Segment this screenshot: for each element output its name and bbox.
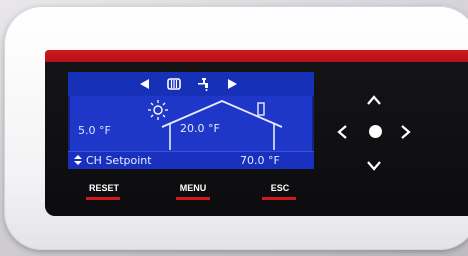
ok-dot-icon[interactable]	[369, 125, 382, 138]
up-down-arrows-icon	[74, 155, 82, 165]
house-icon	[161, 100, 283, 150]
esc-underline	[262, 197, 296, 200]
lcd-screen: 5.0 °F 20.0 °F CH Setpoint 70.0 °F	[68, 72, 314, 169]
inside-temperature: 20.0 °F	[180, 122, 220, 135]
esc-button[interactable]: ESC	[250, 183, 310, 193]
red-accent-strip	[45, 50, 468, 62]
setpoint-label: CH Setpoint	[86, 154, 152, 167]
triangle-left-icon[interactable]	[138, 76, 152, 92]
outside-temperature: 5.0 °F	[78, 124, 111, 137]
menu-underline	[176, 197, 210, 200]
lcd-nav-bar	[68, 72, 314, 96]
chevron-right-icon[interactable]	[401, 125, 411, 142]
chevron-down-icon[interactable]	[367, 160, 381, 174]
tap-icon[interactable]	[196, 76, 212, 92]
setpoint-value: 70.0 °F	[240, 154, 280, 167]
chevron-left-icon[interactable]	[337, 125, 347, 142]
chevron-up-icon[interactable]	[367, 94, 381, 108]
setpoint-row-label: CH Setpoint	[74, 154, 152, 167]
radiator-icon[interactable]	[166, 76, 182, 92]
reset-underline	[86, 197, 120, 200]
reset-button[interactable]: RESET	[74, 183, 134, 193]
triangle-right-icon[interactable]	[226, 76, 240, 92]
menu-button[interactable]: MENU	[163, 183, 223, 193]
lcd-setpoint-row[interactable]: CH Setpoint 70.0 °F	[68, 151, 314, 169]
